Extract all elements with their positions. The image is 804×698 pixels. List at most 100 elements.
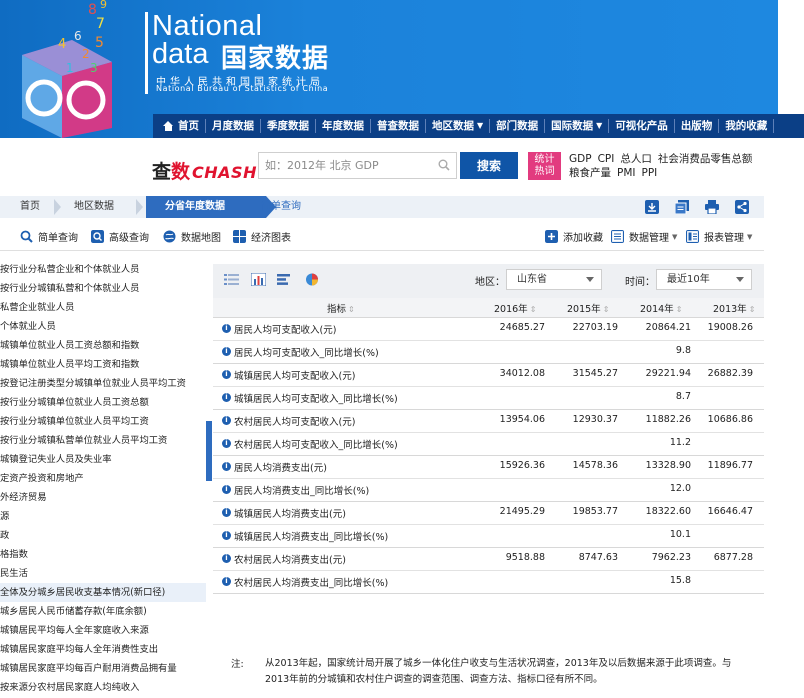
hot-word-link[interactable]: 粮食产量: [569, 167, 611, 179]
pie-chart-icon[interactable]: [305, 273, 320, 286]
simple-query-button[interactable]: 简单查询: [20, 229, 78, 244]
breadcrumb-provincial-annual[interactable]: 分省年度数据: [165, 196, 225, 218]
table-cell: 20864.21: [645, 322, 691, 333]
tree-item[interactable]: 城镇登记失业人员及失业率: [0, 450, 206, 469]
add-favorite-button[interactable]: 添加收藏: [545, 229, 603, 244]
download-icon[interactable]: [645, 200, 659, 214]
tree-item[interactable]: 城乡居民人民币储蓄存款(年底余额): [0, 602, 206, 621]
nav-item[interactable]: 地区数据 ▼: [426, 119, 491, 133]
hot-word-link[interactable]: PPI: [642, 167, 658, 179]
info-icon[interactable]: i: [222, 393, 231, 402]
hot-words-badge: 统计 热词: [528, 152, 561, 180]
info-icon[interactable]: i: [222, 577, 231, 586]
chashu-brand[interactable]: 查数 CHASHU: [152, 157, 270, 184]
tree-item[interactable]: 外经济贸易: [0, 488, 206, 507]
nav-right-edge: [778, 114, 804, 138]
breadcrumb-simple-query[interactable]: 简单查询: [261, 196, 301, 218]
tree-item[interactable]: 按行业分城镇私营和个体就业人员: [0, 279, 206, 298]
hot-words: GDP CPI 总人口 社会消费品零售总额 粮食产量 PMI PPI: [569, 152, 769, 180]
tree-item[interactable]: 按行业分城镇单位就业人员工资总额: [0, 393, 206, 412]
data-manage-menu[interactable]: 数据管理 ▼: [611, 229, 677, 244]
tree-item[interactable]: 城镇居民家庭平均每百户耐用消费品拥有量: [0, 659, 206, 678]
hot-word-link[interactable]: 社会消费品零售总额: [658, 153, 753, 165]
info-icon[interactable]: i: [222, 347, 231, 356]
column-header-indicator[interactable]: 指标 ⇕: [327, 301, 355, 315]
nav-item[interactable]: 出版物: [675, 119, 720, 133]
nav-item[interactable]: 我的收藏: [719, 119, 775, 133]
nav-item[interactable]: 可视化产品: [609, 119, 675, 133]
tree-item[interactable]: 城镇居民平均每人全年家庭收入来源: [0, 621, 206, 640]
column-header-2015[interactable]: 2015年 ⇕: [567, 301, 609, 315]
copy-icon[interactable]: [675, 200, 689, 214]
hot-word-link[interactable]: CPI: [598, 153, 615, 165]
info-icon[interactable]: i: [222, 531, 231, 540]
svg-text:6: 6: [74, 29, 82, 43]
logo-artwork[interactable]: 4 6 5 7 8 9 1 2 3: [0, 0, 140, 138]
nav-item[interactable]: 普查数据: [371, 119, 426, 133]
table-view-icon[interactable]: [224, 273, 239, 286]
hot-word-link[interactable]: 总人口: [620, 153, 652, 165]
hot-word-link[interactable]: GDP: [569, 153, 592, 165]
region-select[interactable]: 山东省: [506, 269, 602, 290]
info-icon[interactable]: i: [222, 370, 231, 379]
info-icon[interactable]: i: [222, 462, 231, 471]
hot-badge-line2: 热词: [534, 166, 555, 177]
hot-words-row-2: 粮食产量 PMI PPI: [569, 166, 769, 180]
info-icon[interactable]: i: [222, 485, 231, 494]
tree-item[interactable]: 按行业分城镇单位就业人员平均工资: [0, 412, 206, 431]
bar-chart-icon[interactable]: [251, 273, 266, 286]
tree-item[interactable]: 按来源分农村居民家庭人均纯收入: [0, 678, 206, 697]
column-header-2014[interactable]: 2014年 ⇕: [640, 301, 682, 315]
report-manage-menu[interactable]: 报表管理 ▼: [686, 229, 752, 244]
table-cell: 9518.88: [505, 552, 545, 563]
nav-item-label: 地区数据: [432, 120, 474, 132]
breadcrumb-region-data[interactable]: 地区数据: [74, 196, 114, 218]
nav-item[interactable]: 月度数据: [206, 119, 261, 133]
info-icon[interactable]: i: [222, 508, 231, 517]
tree-item[interactable]: 源: [0, 507, 206, 526]
tree-item[interactable]: 城镇单位就业人员平均工资和指数: [0, 355, 206, 374]
tree-item[interactable]: 私营企业就业人员: [0, 298, 206, 317]
search-button[interactable]: 搜索: [460, 152, 518, 179]
region-select-value: 山东省: [517, 274, 547, 285]
tree-item[interactable]: 城镇居民家庭平均每人全年消费性支出: [0, 640, 206, 659]
tree-item[interactable]: 按行业分私营企业和个体就业人员: [0, 260, 206, 279]
table-cell: 21495.29: [499, 506, 545, 517]
economic-chart-button[interactable]: 经济图表: [233, 229, 291, 244]
column-header-2016[interactable]: 2016年 ⇕: [494, 301, 536, 315]
print-icon[interactable]: [705, 200, 719, 214]
tree-item[interactable]: 全体及分城乡居民收支基本情况(新口径): [0, 583, 206, 602]
breadcrumb-home[interactable]: 首页: [20, 196, 40, 218]
nav-item[interactable]: 部门数据: [490, 119, 546, 133]
bar-horizontal-icon[interactable]: [277, 273, 292, 286]
info-icon[interactable]: i: [222, 439, 231, 448]
table-row: i 城镇居民人均消费支出_同比增长(%) 10.1: [213, 525, 764, 548]
hot-word-link[interactable]: PMI: [617, 167, 636, 179]
info-icon[interactable]: i: [222, 554, 231, 563]
advanced-query-button[interactable]: 高级查询: [91, 229, 149, 244]
time-select-value: 最近10年: [667, 274, 710, 285]
search-input[interactable]: [259, 153, 429, 178]
table-cell: 10.1: [669, 529, 691, 540]
tree-item[interactable]: 按登记注册类型分城镇单位就业人员平均工资: [0, 374, 206, 393]
tree-item[interactable]: 政: [0, 526, 206, 545]
nav-item[interactable]: 季度数据: [261, 119, 316, 133]
tree-item[interactable]: 定资产投资和房地产: [0, 469, 206, 488]
tree-item[interactable]: 城镇单位就业人员工资总额和指数: [0, 336, 206, 355]
search-icon[interactable]: [438, 159, 450, 171]
tree-item[interactable]: 格指数: [0, 545, 206, 564]
time-select[interactable]: 最近10年: [656, 269, 752, 290]
tree-item[interactable]: 民生活: [0, 564, 206, 583]
tree-scrollbar-thumb[interactable]: [206, 421, 212, 481]
tree-item[interactable]: 按行业分城镇私营单位就业人员平均工资: [0, 431, 206, 450]
tree-item[interactable]: 个体就业人员: [0, 317, 206, 336]
column-header-2013[interactable]: 2013年 ⇕: [713, 301, 755, 315]
share-icon[interactable]: [735, 200, 749, 214]
info-icon[interactable]: i: [222, 324, 231, 333]
nav-item[interactable]: 首页: [157, 119, 206, 133]
nav-item[interactable]: 年度数据: [316, 119, 371, 133]
data-table-body: i 居民人均可支配收入(元) 24685.27 22703.19 20864.21 190…: [213, 318, 764, 594]
nav-item[interactable]: 国际数据 ▼: [545, 119, 610, 133]
info-icon[interactable]: i: [222, 416, 231, 425]
data-map-button[interactable]: 数据地图: [163, 229, 221, 244]
